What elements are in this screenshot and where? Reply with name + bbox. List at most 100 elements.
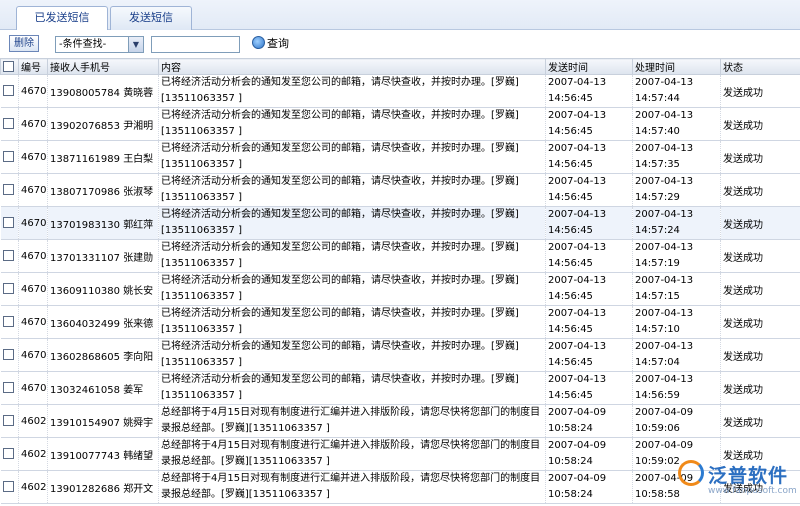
select-all-checkbox[interactable]	[3, 60, 14, 72]
cell-content: 已将经济活动分析会的通知发至您公司的邮箱，请尽快查收，并按时办理。[罗巍][13…	[158, 107, 546, 141]
cell-phone: 13871161989	[50, 153, 120, 165]
row-checkbox[interactable]	[2, 316, 14, 328]
cell-phone: 13602868605	[50, 351, 120, 363]
header-process-time[interactable]: 处理时间	[632, 58, 721, 75]
table-row[interactable]: 4602213910154907 姚舜宇总经部将于4月15日对现有制度进行汇编并…	[0, 404, 800, 438]
cell-send-time: 2007-04-13 14:56:45	[545, 371, 633, 405]
cell-name: 姚长安	[123, 285, 154, 297]
table-row[interactable]: 4670613609110380 姚长安已将经济活动分析会的通知发至您公司的邮箱…	[0, 272, 800, 306]
cell-name: 尹湘明	[123, 120, 154, 132]
cell-send-time: 2007-04-13 14:56:45	[545, 74, 633, 108]
cell-content: 已将经济活动分析会的通知发至您公司的邮箱，请尽快查收，并按时办理。[罗巍][13…	[158, 74, 546, 108]
chevron-down-icon[interactable]: ▼	[128, 37, 143, 52]
cell-send-time: 2007-04-13 14:56:45	[545, 107, 633, 141]
delete-button[interactable]: 删除	[9, 35, 39, 52]
row-checkbox[interactable]	[2, 151, 14, 163]
cell-send-time: 2007-04-13 14:56:45	[545, 173, 633, 207]
table-row[interactable]: 4670613602868605 李向阳已将经济活动分析会的通知发至您公司的邮箱…	[0, 338, 800, 372]
cell-process-time: 2007-04-13 14:57:44	[632, 74, 721, 108]
table-row[interactable]: 4670613871161989 王白梨已将经济活动分析会的通知发至您公司的邮箱…	[0, 140, 800, 174]
send-date: 2007-04-13	[548, 209, 607, 220]
cell-recipient: 13701983130 郭红萍	[47, 206, 159, 240]
cell-recipient: 13902076853 尹湘明	[47, 107, 159, 141]
process-date: 2007-04-13	[635, 242, 694, 253]
cell-name: 王白梨	[123, 153, 154, 165]
cell-name: 郭红萍	[123, 219, 154, 231]
table-row[interactable]: 4670613902076853 尹湘明已将经济活动分析会的通知发至您公司的邮箱…	[0, 107, 800, 141]
cell-name: 黄晓蓉	[123, 87, 154, 99]
table-row[interactable]: 4670613701331107 张建勋已将经济活动分析会的通知发至您公司的邮箱…	[0, 239, 800, 273]
row-checkbox[interactable]	[2, 184, 14, 196]
tab-bar: 已发送短信 发送短信	[0, 0, 800, 30]
table-row[interactable]: 4670613604032499 张来德已将经济活动分析会的通知发至您公司的邮箱…	[0, 305, 800, 339]
tab-send-sms[interactable]: 发送短信	[110, 6, 192, 30]
cell-id: 46706	[18, 206, 48, 240]
header-content[interactable]: 内容	[158, 58, 546, 75]
process-time: 14:57:44	[635, 93, 680, 104]
query-button-label: 查询	[267, 37, 289, 50]
send-date: 2007-04-09	[548, 473, 607, 484]
cell-recipient: 13871161989 王白梨	[47, 140, 159, 174]
row-checkbox[interactable]	[2, 349, 14, 361]
table-row[interactable]: 4670613807170986 张淑琴已将经济活动分析会的通知发至您公司的邮箱…	[0, 173, 800, 207]
cell-send-time: 2007-04-13 14:56:45	[545, 140, 633, 174]
row-checkbox[interactable]	[2, 283, 14, 295]
send-time: 10:58:24	[548, 456, 593, 467]
cell-status: 发送成功	[720, 107, 800, 141]
header-send-time[interactable]: 发送时间	[545, 58, 633, 75]
process-time: 14:56:59	[635, 390, 680, 401]
cell-id: 46706	[18, 239, 48, 273]
send-time: 14:56:45	[548, 93, 593, 104]
search-input[interactable]	[151, 36, 240, 53]
send-date: 2007-04-13	[548, 110, 607, 121]
row-checkbox[interactable]	[2, 85, 14, 97]
tab-sent-sms[interactable]: 已发送短信	[16, 6, 108, 30]
send-date: 2007-04-13	[548, 176, 607, 187]
header-phone[interactable]: 接收人手机号	[47, 58, 159, 75]
table-row[interactable]: 4670613032461058 姜军已将经济活动分析会的通知发至您公司的邮箱，…	[0, 371, 800, 405]
send-time: 14:56:45	[548, 126, 593, 137]
cell-content: 总经部将于4月15日对现有制度进行汇编并进入排版阶段，请您尽快将您部门的制度目录…	[158, 404, 546, 438]
process-date: 2007-04-09	[635, 407, 694, 418]
cell-content: 已将经济活动分析会的通知发至您公司的邮箱，请尽快查收，并按时办理。[罗巍][13…	[158, 338, 546, 372]
query-button[interactable]: 查询	[252, 36, 289, 53]
row-checkbox[interactable]	[2, 118, 14, 130]
cell-recipient: 13910154907 姚舜宇	[47, 404, 159, 438]
cell-phone: 13807170986	[50, 186, 120, 198]
cell-phone: 13910077743	[50, 450, 120, 462]
cell-id: 46022	[18, 437, 48, 471]
send-date: 2007-04-13	[548, 374, 607, 385]
cell-phone: 13701331107	[50, 252, 120, 264]
send-time: 14:56:45	[548, 159, 593, 170]
header-id[interactable]: 编号	[18, 58, 48, 75]
cell-content: 已将经济活动分析会的通知发至您公司的邮箱，请尽快查收，并按时办理。[罗巍][13…	[158, 272, 546, 306]
row-checkbox[interactable]	[2, 481, 14, 493]
send-date: 2007-04-13	[548, 242, 607, 253]
filter-select[interactable]: -条件查找- ▼	[55, 36, 144, 53]
cell-id: 46706	[18, 338, 48, 372]
cell-name: 姚舜宇	[123, 417, 154, 429]
send-date: 2007-04-09	[548, 440, 607, 451]
send-time: 14:56:45	[548, 324, 593, 335]
cell-id: 46022	[18, 470, 48, 504]
send-time: 14:56:45	[548, 225, 593, 236]
table-row[interactable]: 4670613908005784 黄晓蓉已将经济活动分析会的通知发至您公司的邮箱…	[0, 74, 800, 108]
send-time: 14:56:45	[548, 258, 593, 269]
header-status[interactable]: 状态	[720, 58, 800, 75]
process-date: 2007-04-13	[635, 176, 694, 187]
send-time: 10:58:24	[548, 489, 593, 500]
row-select-cell	[0, 206, 19, 240]
send-date: 2007-04-13	[548, 275, 607, 286]
send-date: 2007-04-13	[548, 341, 607, 352]
table-row[interactable]: 4670613701983130 郭红萍已将经济活动分析会的通知发至您公司的邮箱…	[0, 206, 800, 240]
process-time: 14:57:35	[635, 159, 680, 170]
process-date: 2007-04-13	[635, 374, 694, 385]
row-checkbox[interactable]	[2, 382, 14, 394]
row-select-cell	[0, 437, 19, 471]
row-checkbox[interactable]	[2, 250, 14, 262]
row-checkbox[interactable]	[2, 415, 14, 427]
send-time: 14:56:45	[548, 357, 593, 368]
row-checkbox[interactable]	[2, 448, 14, 460]
row-checkbox[interactable]	[2, 217, 14, 229]
select-all-cell	[0, 58, 19, 75]
